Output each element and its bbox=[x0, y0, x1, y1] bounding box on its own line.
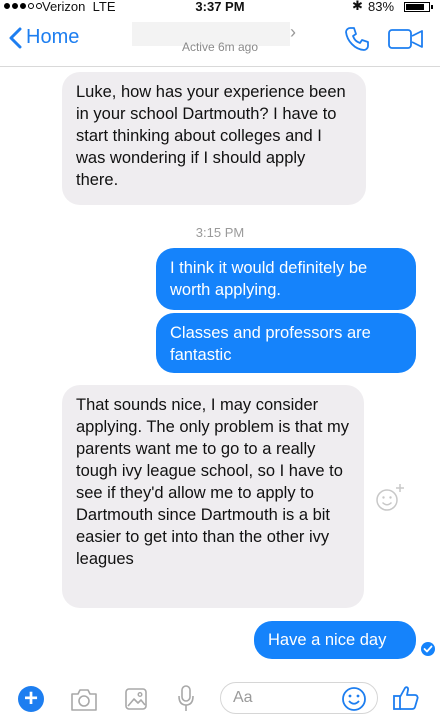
message-outgoing[interactable]: Classes and professors are fantastic bbox=[156, 313, 416, 373]
message-timestamp: 3:15 PM bbox=[195, 225, 245, 240]
battery-percent: 83% bbox=[368, 0, 395, 14]
message-incoming[interactable]: Luke, how has your experience been in yo… bbox=[62, 72, 366, 205]
status-bar: Verizon LTE 3:37 PM ✱ 83% bbox=[0, 0, 440, 16]
microphone-icon[interactable] bbox=[176, 684, 196, 714]
camera-icon[interactable] bbox=[70, 688, 98, 712]
more-actions-plus-icon[interactable]: + bbox=[18, 686, 44, 712]
phone-call-icon[interactable] bbox=[344, 26, 370, 52]
message-composer: + bbox=[0, 676, 440, 720]
emoji-icon[interactable] bbox=[341, 686, 367, 712]
active-status: Active 6m ago bbox=[181, 40, 259, 54]
message-incoming[interactable]: That sounds nice, I may consider applyin… bbox=[62, 385, 364, 608]
battery-icon bbox=[404, 2, 433, 12]
message-outgoing[interactable]: I think it would definitely be worth app… bbox=[156, 248, 416, 310]
thumbs-up-icon[interactable] bbox=[392, 684, 420, 712]
bluetooth-icon: ✱ bbox=[352, 0, 363, 13]
add-reaction-icon[interactable] bbox=[374, 482, 406, 514]
video-call-icon[interactable] bbox=[388, 28, 424, 50]
message-outgoing[interactable]: Have a nice day bbox=[254, 621, 416, 659]
conversation-header: Home › Active 6m ago bbox=[0, 16, 440, 67]
seen-check-icon bbox=[421, 642, 435, 656]
gallery-icon[interactable] bbox=[124, 687, 148, 711]
